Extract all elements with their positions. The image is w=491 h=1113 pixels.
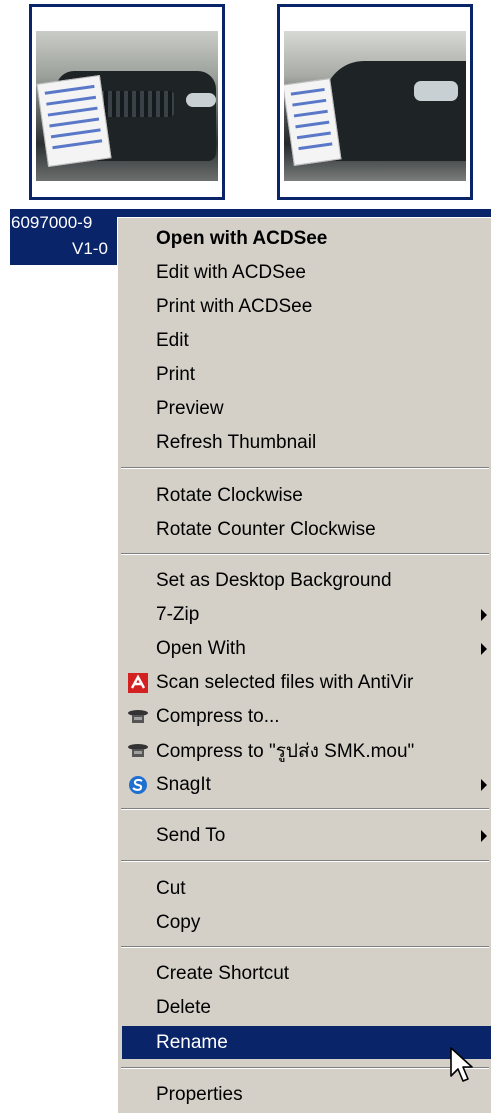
menu-separator	[121, 1067, 489, 1069]
car-photo	[36, 31, 218, 181]
menu-item-edit-acdsee[interactable]: Edit with ACDSee	[122, 256, 491, 289]
snagit-icon	[126, 773, 150, 797]
submenu-arrow-icon	[481, 829, 487, 842]
menu-item-send-to[interactable]: Send To	[122, 819, 491, 852]
menu-item-compress-to[interactable]: Compress to...	[122, 700, 491, 733]
antivir-icon	[126, 671, 150, 695]
file-name-line1: 6097000-9	[11, 213, 93, 232]
menu-item-refresh-thumbnail[interactable]: Refresh Thumbnail	[122, 426, 491, 459]
car-photo	[284, 31, 466, 181]
menu-item-cut[interactable]: Cut	[122, 872, 491, 905]
submenu-arrow-icon	[481, 642, 487, 655]
menu-item-scan-antivir[interactable]: Scan selected files with AntiVir	[122, 666, 491, 699]
menu-item-set-desktop-background[interactable]: Set as Desktop Background	[122, 564, 491, 597]
menu-item-copy[interactable]: Copy	[122, 906, 491, 939]
menu-separator	[121, 808, 489, 810]
windshield-sign	[36, 74, 112, 168]
menu-separator	[121, 553, 489, 555]
menu-item-delete[interactable]: Delete	[122, 991, 491, 1024]
menu-item-snagit[interactable]: SnagIt	[122, 768, 491, 801]
menu-item-open-acdsee[interactable]: Open with ACDSee	[122, 222, 491, 255]
menu-item-open-with[interactable]: Open With	[122, 632, 491, 665]
menu-item-rotate-counter-clockwise[interactable]: Rotate Counter Clockwise	[122, 513, 491, 546]
thumbnail-1[interactable]	[29, 4, 225, 200]
menu-item-compress-to-named[interactable]: Compress to "รูปส่ง SMK.mou"	[122, 734, 491, 767]
menu-item-rotate-clockwise[interactable]: Rotate Clockwise	[122, 479, 491, 512]
file-name-line2: V1-0	[72, 239, 108, 258]
menu-item-rename[interactable]: Rename	[122, 1026, 491, 1059]
mouse-pointer-icon	[450, 1047, 473, 1082]
menu-item-7zip[interactable]: 7-Zip	[122, 598, 491, 631]
menu-item-edit[interactable]: Edit	[122, 324, 491, 357]
menu-item-print[interactable]: Print	[122, 358, 491, 391]
context-menu: Open with ACDSee Edit with ACDSee Print …	[117, 217, 491, 1113]
winrar-icon	[126, 739, 150, 763]
menu-separator	[121, 946, 489, 948]
menu-separator	[121, 467, 489, 469]
menu-item-create-shortcut[interactable]: Create Shortcut	[122, 957, 491, 990]
submenu-arrow-icon	[481, 778, 487, 791]
menu-item-properties[interactable]: Properties	[122, 1078, 491, 1111]
thumbnail-2[interactable]	[277, 4, 473, 200]
menu-item-preview[interactable]: Preview	[122, 392, 491, 425]
submenu-arrow-icon	[481, 608, 487, 621]
winrar-icon	[126, 705, 150, 729]
menu-item-print-acdsee[interactable]: Print with ACDSee	[122, 290, 491, 323]
menu-separator	[121, 860, 489, 862]
